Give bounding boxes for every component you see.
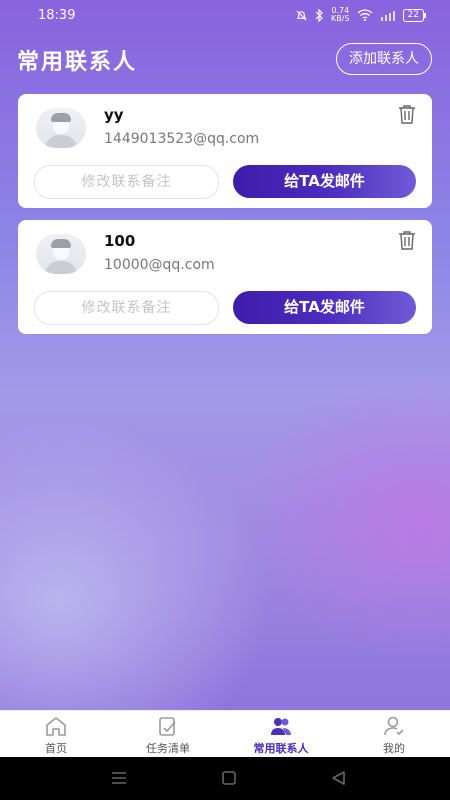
tab-label: 常用联系人 [253, 742, 309, 755]
bluetooth-icon [315, 8, 323, 22]
edit-note-button[interactable]: 修改联系备注 [34, 291, 219, 325]
page-title: 常用联系人 [17, 50, 138, 75]
avatar [36, 108, 86, 148]
battery-indicator: 22 [402, 8, 427, 22]
tab-label: 任务清单 [146, 742, 190, 755]
contacts-icon [271, 718, 291, 735]
net-speed-unit: KB/S [331, 14, 350, 23]
tab-contacts[interactable]: 常用联系人 [225, 711, 337, 758]
menu-icon[interactable] [109, 770, 129, 786]
tab-profile[interactable]: 我的 [338, 711, 450, 758]
profile-icon [384, 716, 404, 736]
contact-email: 1449013523@qq.com [104, 131, 260, 147]
tab-label: 我的 [383, 742, 405, 755]
signal-icon [380, 10, 395, 21]
bottom-tab-bar: 首页 任务清单 常用联系人 我的 [0, 710, 450, 758]
status-time: 18:39 [38, 8, 76, 23]
send-mail-button[interactable]: 给TA发邮件 [233, 165, 416, 198]
add-contact-button[interactable]: 添加联系人 [336, 43, 432, 75]
trash-icon[interactable] [398, 104, 416, 124]
wifi-icon [357, 9, 373, 21]
page-header: 常用联系人 添加联系人 [0, 40, 450, 80]
edit-note-button[interactable]: 修改联系备注 [34, 165, 219, 199]
home-icon [46, 717, 66, 736]
contact-name: yy [104, 106, 124, 124]
contact-card: 100 10000@qq.com 修改联系备注 给TA发邮件 [18, 220, 432, 334]
net-speed: 0.74 KB/S [331, 7, 350, 23]
tab-task-list[interactable]: 任务清单 [112, 711, 224, 758]
task-list-icon [159, 717, 176, 736]
tab-home[interactable]: 首页 [0, 711, 112, 758]
contact-email: 10000@qq.com [104, 257, 215, 273]
trash-icon[interactable] [398, 230, 416, 250]
send-mail-button[interactable]: 给TA发邮件 [233, 291, 416, 324]
status-bar: 18:39 0.74 KB/S 22 [0, 0, 450, 32]
contact-name: 100 [104, 232, 136, 250]
home-square-icon[interactable] [219, 770, 239, 786]
status-icons: 0.74 KB/S 22 [295, 7, 427, 23]
back-icon[interactable] [329, 770, 349, 786]
system-nav-bar [0, 757, 450, 800]
tab-label: 首页 [45, 742, 67, 755]
bell-off-icon [296, 9, 307, 21]
avatar [36, 234, 86, 274]
contact-card: yy 1449013523@qq.com 修改联系备注 给TA发邮件 [18, 94, 432, 208]
